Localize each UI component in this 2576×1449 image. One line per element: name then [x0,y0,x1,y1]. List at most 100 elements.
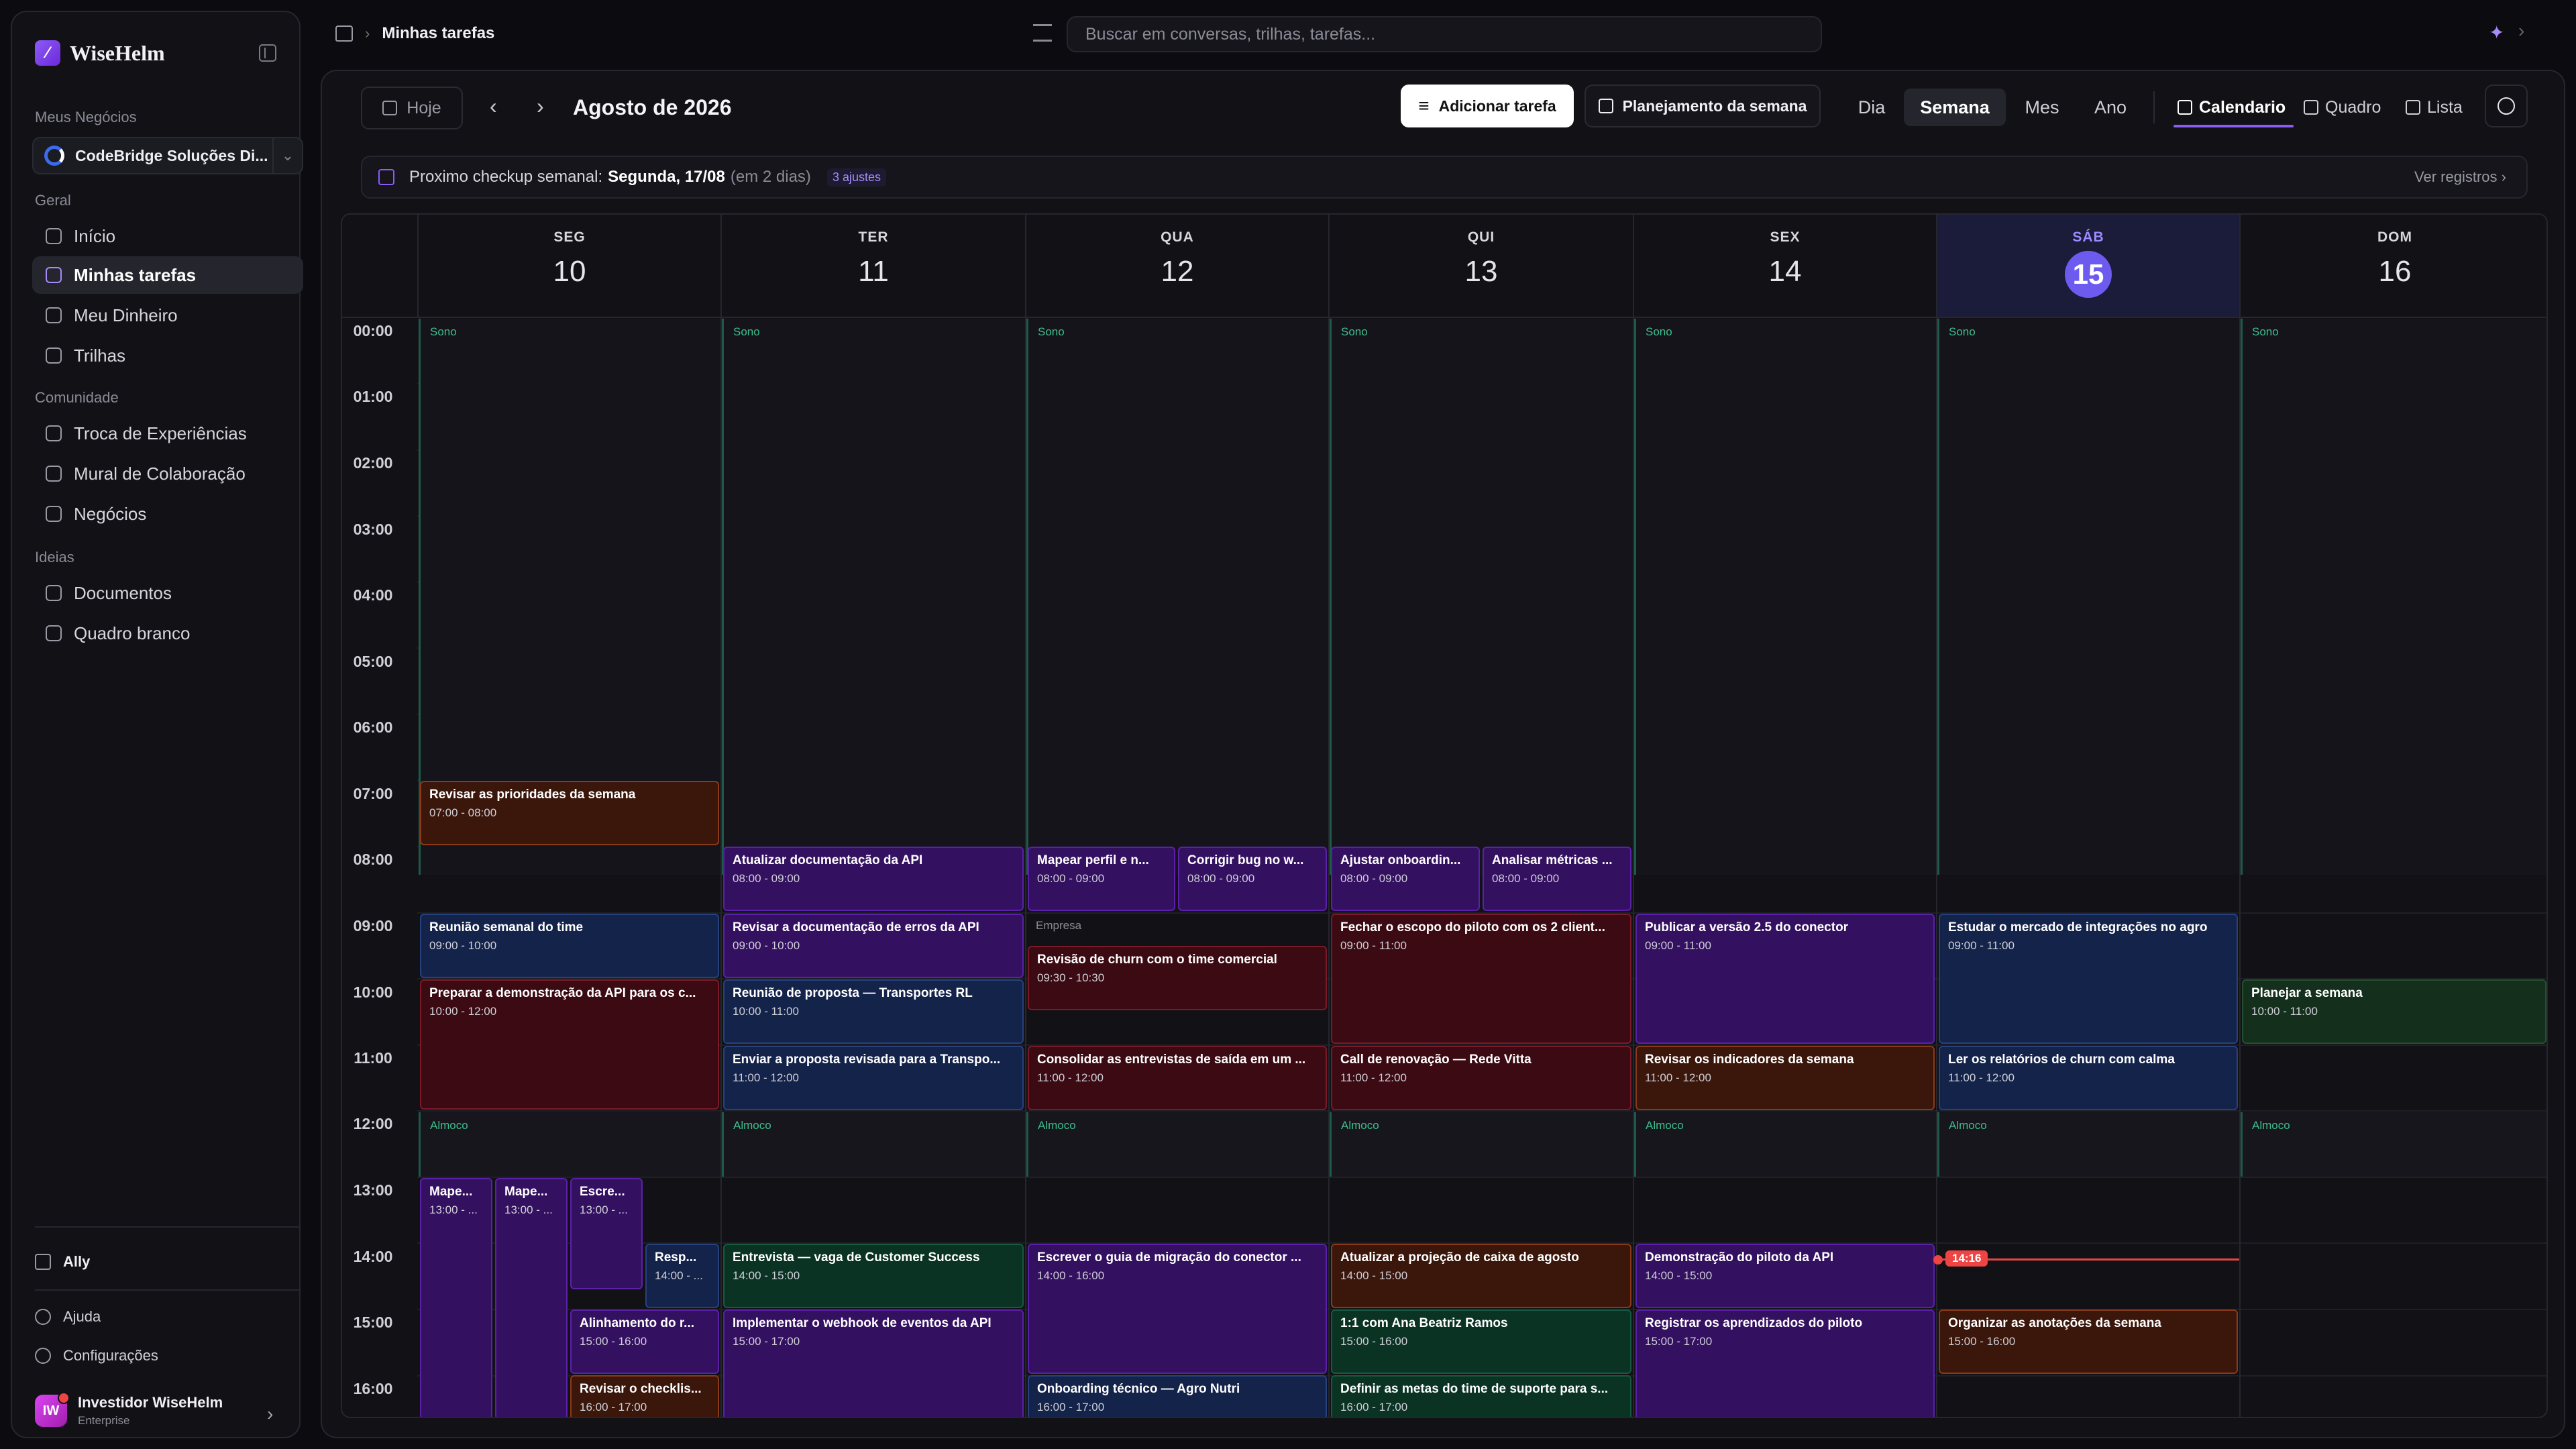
sleep-block[interactable]: Sono [1330,319,1633,875]
lunch-block[interactable]: Almoco [1026,1112,1328,1177]
view-records-link[interactable]: Ver registros › [2414,168,2506,186]
day-header-dom[interactable]: DOM 16 [2239,215,2546,317]
view-dia[interactable]: Dia [1842,89,1901,126]
next-week-chevron-right-icon[interactable]: › [537,94,544,119]
business-selector[interactable]: CodeBridge Soluções Di... ⌄ [32,137,303,174]
event-card[interactable]: Implementar o webhook de eventos da API 1… [723,1309,1024,1417]
week-planning-button[interactable]: Planejamento da semana [1585,85,1821,127]
event-card[interactable]: Reunião de proposta — Transportes RL 10:0… [723,979,1024,1044]
event-card[interactable]: Mapear perfil e n... 08:00 - 09:00 [1028,847,1175,911]
nav-minhas-tarefas[interactable]: Minhas tarefas [32,256,303,294]
event-card[interactable]: Planejar a semana 10:00 - 11:00 [2242,979,2546,1044]
day-header-ter[interactable]: TER 11 [720,215,1025,317]
day-header-seg[interactable]: SEG 10 [417,215,720,317]
day-header-qua[interactable]: QUA 12 [1025,215,1328,317]
prev-week-chevron-left-icon[interactable]: ‹ [490,94,497,119]
sleep-block[interactable]: Sono [1937,319,2239,875]
event-card[interactable]: Revisar o checklis... 16:00 - 17:00 [570,1375,719,1417]
sleep-block[interactable]: Sono [1634,319,1936,875]
event-time: 11:00 - 12:00 [1948,1071,2015,1084]
chevron-right-icon[interactable]: › [2518,20,2524,42]
event-card[interactable]: Escrever o guia de migração do conector … [1028,1244,1327,1374]
event-card[interactable]: Organizar as anotações da semana 15:00 - … [1939,1309,2238,1374]
mode-label: Lista [2427,97,2463,117]
event-card[interactable]: Ajustar onboardin... 08:00 - 09:00 [1331,847,1480,911]
lunch-block[interactable]: Almoco [1937,1112,2239,1177]
sleep-block[interactable]: Sono [2241,319,2546,875]
lunch-block[interactable]: Almoco [2241,1112,2546,1177]
nav-quadro-branco[interactable]: Quadro branco [32,614,303,652]
collapse-sidebar-icon[interactable] [259,44,276,62]
event-card[interactable]: Revisão de churn com o time comercial 09:… [1028,946,1327,1010]
event-card[interactable]: Corrigir bug no w... 08:00 - 09:00 [1178,847,1327,911]
event-card[interactable]: Mape... 13:00 - ... [420,1178,492,1417]
mode-lista[interactable]: Lista [2406,89,2463,126]
home-icon[interactable] [335,25,353,42]
add-task-button[interactable]: ≡ Adicionar tarefa [1401,85,1574,127]
mode-quadro[interactable]: Quadro [2304,89,2381,126]
event-card[interactable]: Onboarding técnico — Agro Nutri 16:00 - 1… [1028,1375,1327,1417]
event-card[interactable]: Alinhamento do r... 15:00 - 16:00 [570,1309,719,1374]
day-header-sex[interactable]: SEX 14 [1633,215,1936,317]
nav-troca[interactable]: Troca de Experiências [32,415,303,452]
nav-meu-dinheiro[interactable]: Meu Dinheiro [32,297,303,334]
event-card[interactable]: Escre... 13:00 - ... [570,1178,643,1289]
sleep-block[interactable]: Sono [722,319,1025,875]
event-title: Definir as metas do time de suporte para… [1340,1382,1609,1396]
nav-mural[interactable]: Mural de Colaboração [32,455,303,492]
chevron-right-icon[interactable]: › [267,1403,273,1425]
view-ano[interactable]: Ano [2078,89,2143,126]
event-card[interactable]: Atualizar documentação da API 08:00 - 09:… [723,847,1024,911]
event-card[interactable]: Atualizar a projeção de caixa de agosto 1… [1331,1244,1631,1308]
mode-calendario[interactable]: Calendario [2173,89,2294,127]
event-card[interactable]: 1:1 com Ana Beatriz Ramos 15:00 - 16:00 [1331,1309,1631,1374]
event-card[interactable]: Revisar as prioridades da semana 07:00 - … [420,781,719,845]
sleep-block[interactable]: Sono [1026,319,1328,875]
brand-logo[interactable]: ⁄ WiseHelm [35,40,165,66]
event-card[interactable]: Definir as metas do time de suporte para… [1331,1375,1631,1417]
day-header-sab-today[interactable]: SÁB 15 [1936,215,2239,317]
lunch-block[interactable]: Almoco [722,1112,1025,1177]
lunch-block[interactable]: Almoco [1330,1112,1633,1177]
help-button[interactable]: Ajuda [35,1308,101,1326]
nav-trilhas[interactable]: Trilhas [32,337,303,374]
today-button[interactable]: Hoje [361,87,463,129]
search-input[interactable]: Buscar em conversas, trilhas, tarefas... [1067,16,1822,52]
ally-button[interactable]: Ally [35,1253,90,1271]
event-card[interactable]: Enviar a proposta revisada para a Transp… [723,1046,1024,1110]
pin-icon[interactable]: ✦ [2489,21,2504,44]
lunch-block[interactable]: Almoco [419,1112,720,1177]
event-card[interactable]: Mape... 13:00 - ... [495,1178,568,1417]
lunch-block[interactable]: Almoco [1634,1112,1936,1177]
event-card[interactable]: Reunião semanal do time 09:00 - 10:00 [420,914,719,978]
filter-icon[interactable] [1033,24,1052,42]
view-semana[interactable]: Semana [1904,89,2006,126]
chevron-down-icon[interactable]: ⌄ [272,138,302,173]
event-card[interactable]: Analisar métricas ... 08:00 - 09:00 [1483,847,1631,911]
event-card[interactable]: Resp... 14:00 - ... [645,1244,719,1308]
event-card[interactable]: Ler os relatórios de churn com calma 11:0… [1939,1046,2238,1110]
user-profile[interactable]: IW Investidor WiseHelm Enterprise [35,1392,223,1428]
event-card[interactable]: Call de renovação — Rede Vitta 11:00 - 12… [1331,1046,1631,1110]
event-title: Entrevista — vaga de Customer Success [733,1250,980,1265]
nav-documentos[interactable]: Documentos [32,574,303,612]
chat-icon [46,425,62,441]
nav-inicio[interactable]: Início [32,217,303,255]
event-card[interactable]: Consolidar as entrevistas de saída em um… [1028,1046,1327,1110]
event-card[interactable]: Preparar a demonstração da API para os c… [420,979,719,1110]
event-card[interactable]: Estudar o mercado de integrações no agro… [1939,914,2238,1044]
checkup-date: Segunda, 17/08 [608,168,725,186]
event-card[interactable]: Entrevista — vaga de Customer Success 14:… [723,1244,1024,1308]
event-card[interactable]: Revisar os indicadores da semana 11:00 - … [1635,1046,1935,1110]
settings-button[interactable]: Configurações [35,1347,158,1364]
view-mes[interactable]: Mes [2008,89,2076,126]
event-card[interactable]: Demonstração do piloto da API 14:00 - 15:… [1635,1244,1935,1308]
event-card[interactable]: Fechar o escopo do piloto com os 2 clien… [1331,914,1631,1044]
nav-negocios[interactable]: Negócios [32,495,303,533]
event-card[interactable]: Revisar a documentação de erros da API 09… [723,914,1024,978]
event-card[interactable]: Publicar a versão 2.5 do conector 09:00 -… [1635,914,1935,1044]
history-button[interactable] [2485,85,2528,127]
event-card[interactable]: Registrar os aprendizados do piloto 15:00… [1635,1309,1935,1417]
hour-label: 10:00 [353,983,393,1001]
day-header-qui[interactable]: QUI 13 [1328,215,1633,317]
